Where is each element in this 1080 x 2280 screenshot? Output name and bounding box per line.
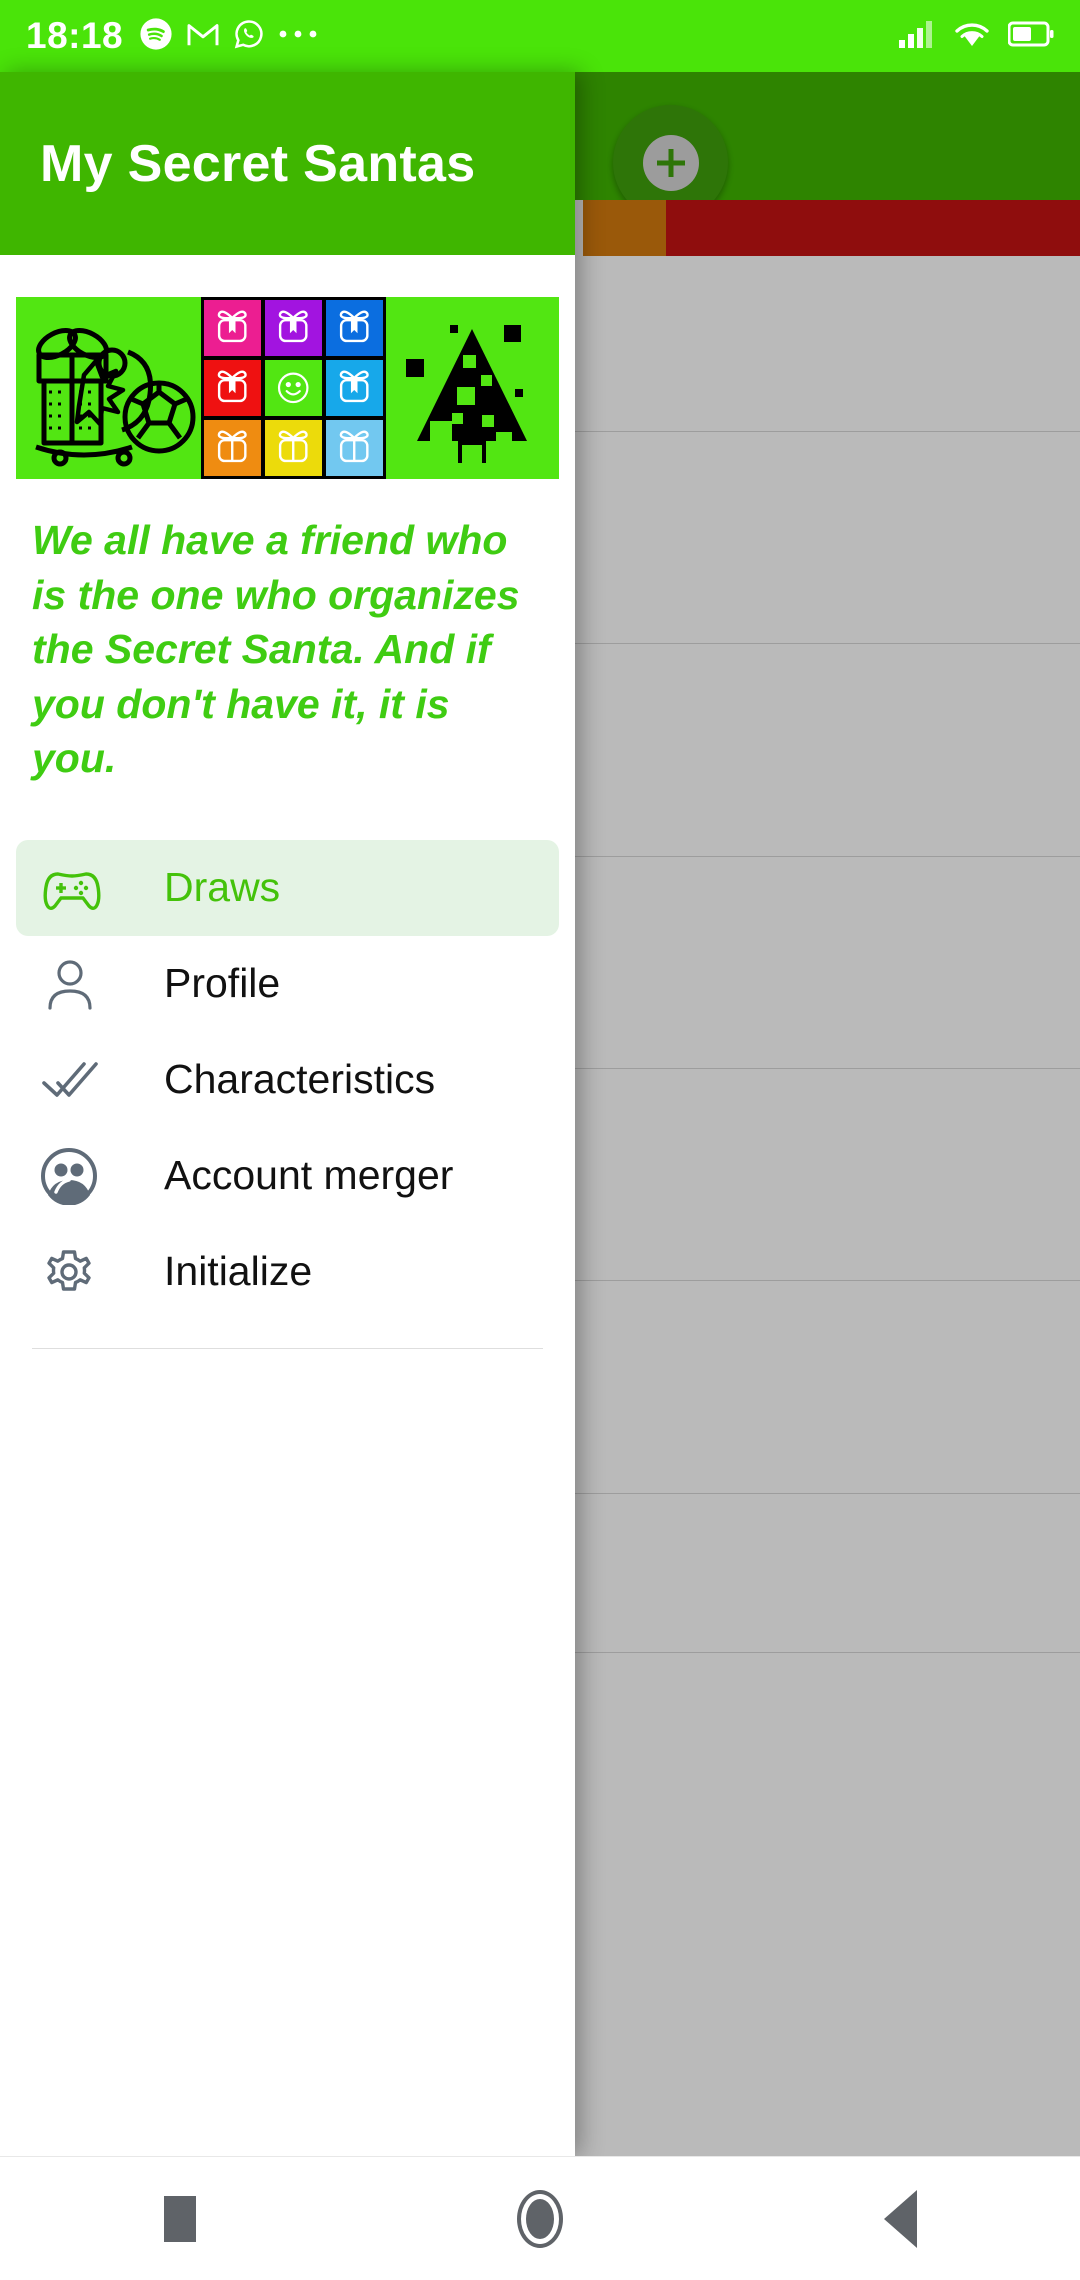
plus-icon [642,134,699,191]
sidebar-item-label: Draws [164,864,281,911]
drawer-header: My Secret Santas [0,72,575,255]
app-tagline: We all have a friend who is the one who … [32,517,520,782]
person-icon [40,956,118,1012]
sidebar-item-initialize[interactable]: Initialize [16,1224,559,1320]
people-circle-icon [40,1147,118,1205]
double-check-icon [40,1056,118,1104]
sidebar-item-label: Profile [164,960,281,1007]
gift-cell [265,300,322,356]
gift-cell [265,420,322,476]
whatsapp-icon [233,18,265,55]
phone-screen: Navidades David Hugo 05/01/2022 18:30 Am… [0,0,1080,2280]
gift-cell [326,300,383,356]
wifi-icon [953,19,991,54]
gift-cell [326,420,383,476]
battery-icon [1007,21,1054,52]
app-title: My Secret Santas [40,134,476,193]
sidebar-item-label: Characteristics [164,1056,436,1103]
system-navigation-bar [0,2156,1080,2280]
gamepad-icon [40,864,118,912]
gift-cell [204,360,261,416]
triangle-left-icon [883,2189,917,2248]
navigation-drawer[interactable]: My Secret Santas We all have a friend wh… [0,72,575,2156]
more-notifications-icon [278,27,318,45]
home-button[interactable] [440,2157,640,2280]
sidebar-item-characteristics[interactable]: Characteristics [16,1032,559,1128]
sidebar-item-account-merger[interactable]: Account merger [16,1128,559,1224]
cellular-signal-icon [898,19,936,54]
banner-christmas-tree [386,297,559,479]
circle-icon [517,2189,563,2248]
sidebar-item-profile[interactable]: Profile [16,936,559,1032]
gift-cell [204,420,261,476]
square-icon [164,2195,196,2242]
secret-santa-banner [16,297,559,479]
menu-divider [32,1347,543,1349]
smiley-cell [265,360,322,416]
recents-button[interactable] [80,2157,280,2280]
back-button[interactable] [800,2157,1000,2280]
sidebar-item-label: Account merger [164,1152,454,1199]
status-bar-clock: 18:18 [26,15,124,56]
banner-gift-grid [201,297,386,479]
gmail-icon [186,20,220,53]
gift-cell [204,300,261,356]
status-bar: 18:18 [0,0,1080,72]
gift-cell [326,360,383,416]
drawer-menu: Draws Profile Characteristics Account me… [0,839,575,1349]
spotify-icon [139,17,173,56]
gear-icon [40,1243,118,1301]
banner-gift-illustration [16,297,201,479]
sidebar-item-draws[interactable]: Draws [16,839,559,936]
sidebar-item-label: Initialize [164,1248,313,1295]
